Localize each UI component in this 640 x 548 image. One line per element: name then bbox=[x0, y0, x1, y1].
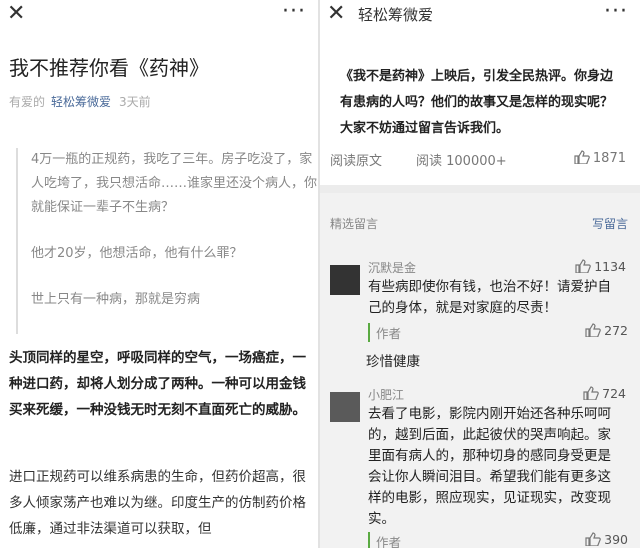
body-paragraph: 进口正规药可以维系病患的生命，但药价超高，很多人倾家荡产也难以为继。印度生产的仿… bbox=[9, 469, 306, 537]
article-meta: 有爱的 轻松筹微爱 3天前 bbox=[9, 93, 151, 110]
comment-text: 有些病即使你有钱，也治不好！请爱护自己的身体，就是对家庭的尽责！ bbox=[368, 279, 611, 316]
thumbs-up-icon bbox=[583, 386, 599, 400]
write-comment-link[interactable]: 写留言 bbox=[592, 215, 628, 232]
article-pane: ✕ ··· 我不推荐你看《药神》 有爱的 轻松筹微爱 3天前 4万一瓶的正规药，我吃… bbox=[0, 0, 318, 548]
comment-text: 去看了电影，影院内刚开始还各种乐呵呵的，越到后面，此起彼伏的哭声响起。家里面有病… bbox=[368, 406, 611, 527]
reply-like-button[interactable]: 272 bbox=[585, 323, 628, 338]
read-original-link[interactable]: 阅读原文 bbox=[330, 150, 382, 169]
author-reply: 作者 390 bbox=[368, 532, 632, 548]
more-options-icon[interactable]: ··· bbox=[604, 0, 628, 24]
account-link[interactable]: 轻松筹微爱 bbox=[51, 95, 111, 109]
comment-like-button[interactable]: 1134 bbox=[575, 259, 626, 274]
commenter-name: 沉默是金 bbox=[368, 261, 417, 275]
article-title: 我不推荐你看《药神》 bbox=[9, 56, 209, 80]
reply-text-wrap: 珍惜健康 bbox=[366, 347, 630, 373]
reply-like-count: 272 bbox=[604, 323, 628, 338]
article-tag: 有爱的 bbox=[9, 95, 46, 109]
more-options-icon[interactable]: ··· bbox=[282, 0, 306, 24]
reply-like-button[interactable]: 390 bbox=[585, 532, 628, 547]
comments-pane: ✕ 轻松筹微爱 ··· 《我不是药神》上映后，引发全民热评。你身边有患病的人吗？… bbox=[320, 0, 640, 548]
quote-paragraph: 他才20岁，他想活命，他有什么罪？ bbox=[31, 246, 243, 261]
quote-paragraph: 4万一瓶的正规药，我吃了三年。房子吃没了，家人吃垮了，我只想活命……谁家里还没个… bbox=[31, 152, 318, 215]
like-count: 1871 bbox=[592, 151, 626, 166]
comment-like-count: 1134 bbox=[594, 259, 626, 274]
bold-paragraph: 头顶同样的星空，呼吸同样的空气，一场癌症，一种进口药，却将人划分成了两种。一种可… bbox=[9, 350, 306, 418]
left-topbar: ✕ ··· bbox=[0, 0, 318, 30]
thumbs-up-icon bbox=[575, 259, 591, 273]
author-reply: 作者 272 bbox=[368, 323, 632, 342]
comment-like-count: 724 bbox=[602, 386, 626, 401]
commenter-name: 小肥江 bbox=[368, 388, 405, 402]
section-label: 精选留言 bbox=[330, 217, 379, 231]
reply-like-count: 390 bbox=[604, 532, 628, 547]
close-icon[interactable]: ✕ bbox=[7, 2, 25, 26]
comments-header: 精选留言 写留言 bbox=[320, 185, 640, 231]
right-topbar: ✕ 轻松筹微爱 ··· bbox=[320, 0, 640, 30]
like-button[interactable]: 1871 bbox=[574, 150, 626, 166]
publish-time: 3天前 bbox=[119, 95, 151, 109]
comment-like-button[interactable]: 724 bbox=[583, 386, 626, 401]
read-count: 阅读 100000+ bbox=[416, 154, 507, 169]
article-outro: 《我不是药神》上映后，引发全民热评。你身边有患病的人吗？他们的故事又是怎样的现实… bbox=[340, 69, 614, 136]
read-stats-row: 阅读原文 阅读 100000+ 1871 bbox=[330, 150, 630, 170]
avatar[interactable] bbox=[330, 265, 360, 295]
thumbs-up-icon bbox=[585, 532, 601, 546]
reply-text: 珍惜健康 bbox=[366, 354, 420, 370]
topbar-title: 轻松筹微爱 bbox=[358, 6, 434, 24]
quote-paragraph: 世上只有一种病，那就是穷病 bbox=[31, 292, 201, 307]
quote-block: 4万一瓶的正规药，我吃了三年。房子吃没了，家人吃垮了，我只想活命……谁家里还没个… bbox=[16, 148, 317, 334]
thumbs-up-icon bbox=[585, 323, 601, 337]
avatar[interactable] bbox=[330, 392, 360, 422]
thumbs-up-icon bbox=[574, 150, 590, 164]
close-icon[interactable]: ✕ bbox=[327, 2, 345, 26]
